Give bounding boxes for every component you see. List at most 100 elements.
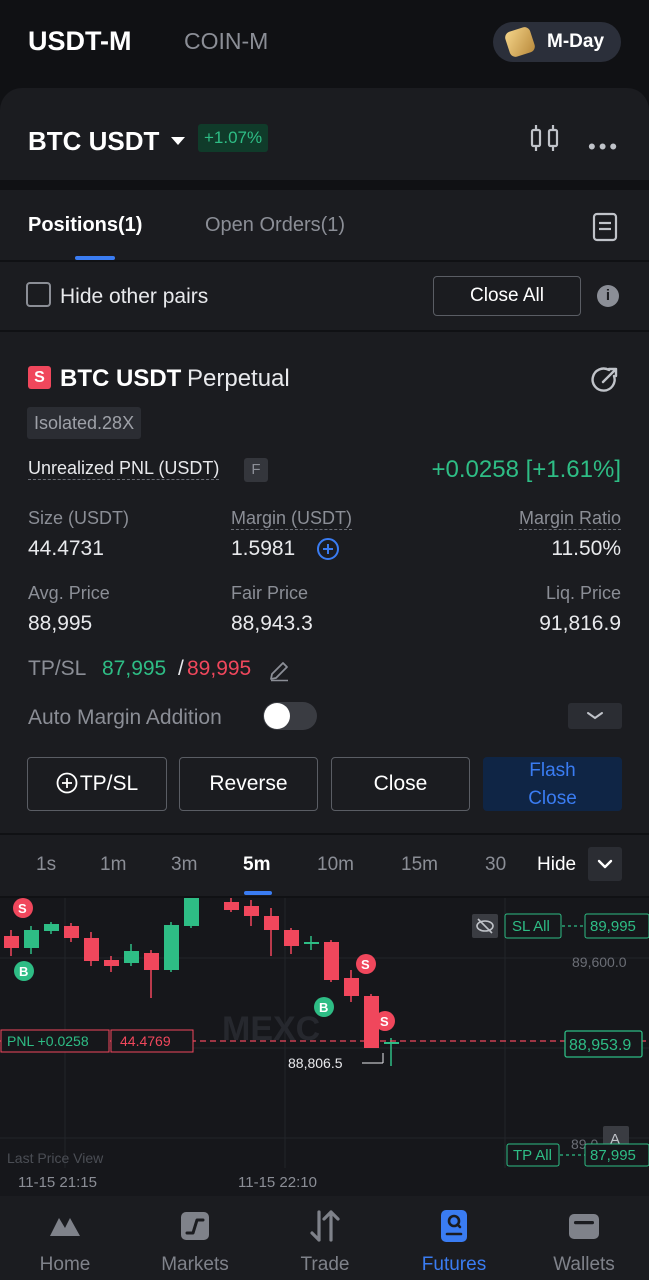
- nav-markets-label: Markets: [161, 1254, 229, 1275]
- tab-positions[interactable]: Positions(1): [28, 214, 142, 237]
- tpsl-button[interactable]: TP/SL: [27, 757, 167, 811]
- close-all-button[interactable]: Close All: [433, 276, 581, 316]
- more-icon[interactable]: •••: [588, 134, 620, 160]
- candle-body: [284, 930, 299, 946]
- wallet-icon: [569, 1214, 599, 1239]
- interval-5m[interactable]: 5m: [243, 854, 270, 876]
- interval-1s[interactable]: 1s: [36, 854, 56, 876]
- hide-chart-button[interactable]: [588, 847, 622, 881]
- add-margin-icon[interactable]: [316, 537, 340, 561]
- margin-ratio-label[interactable]: Margin Ratio: [518, 508, 621, 530]
- interval-indicator: [244, 891, 272, 895]
- liq-price-value: 91,816.9: [539, 612, 621, 635]
- flash-close-button[interactable]: Flash Close: [483, 757, 622, 811]
- svg-text:B: B: [19, 964, 28, 979]
- size-value: 44.4731: [28, 537, 104, 560]
- liq-price-label: Liq. Price: [545, 583, 621, 603]
- share-icon[interactable]: [590, 365, 620, 395]
- interval-15m[interactable]: 15m: [401, 854, 438, 876]
- sl-price-label: 89,995: [590, 918, 636, 935]
- chevron-down-icon: [597, 859, 613, 869]
- sl-all-label: SL All: [512, 918, 550, 935]
- time-label: 11-15 21:15: [18, 1174, 97, 1191]
- interval-3m[interactable]: 3m: [171, 854, 197, 876]
- svg-text:B: B: [319, 1000, 328, 1015]
- home-logo-icon: [50, 1218, 80, 1236]
- tp-value: 87,995: [102, 657, 167, 680]
- buy-marker: B: [14, 961, 34, 981]
- time-label: 11-15 22:10: [238, 1174, 317, 1191]
- change-badge: +1.07%: [198, 124, 269, 152]
- flash-close-line2: Close: [528, 788, 577, 809]
- info-icon[interactable]: i: [597, 285, 619, 307]
- candlestick-icon[interactable]: [529, 124, 561, 152]
- tab-open-orders[interactable]: Open Orders(1): [205, 214, 345, 237]
- flash-close-line1: Flash: [529, 760, 576, 781]
- hide-chart-label[interactable]: Hide: [537, 854, 576, 876]
- nav-home-label: Home: [39, 1254, 91, 1275]
- nav-wallets[interactable]: Wallets: [519, 1196, 649, 1280]
- close-position-button[interactable]: Close: [331, 757, 470, 811]
- position-type: Perpetual: [187, 365, 290, 392]
- m-day-button[interactable]: M-Day: [493, 22, 621, 62]
- unrealized-pnl-label[interactable]: Unrealized PNL (USDT): [28, 458, 220, 480]
- hide-other-pairs-label: Hide other pairs: [60, 285, 209, 308]
- symbol-header: BTC USDT +1.07% •••: [0, 88, 649, 180]
- avg-price-value: 88,995: [28, 612, 93, 635]
- expand-button[interactable]: [568, 703, 622, 729]
- tab-coin-m[interactable]: COIN-M: [184, 28, 268, 55]
- top-bar: USDT-M COIN-M M-Day: [0, 0, 649, 88]
- divider: [0, 330, 649, 332]
- markets-icon: [181, 1212, 209, 1240]
- symbol-selector[interactable]: BTC USDT: [28, 126, 159, 157]
- fair-price-label: Fair Price: [231, 583, 309, 603]
- candle-body: [64, 926, 79, 938]
- nav-futures[interactable]: Futures: [389, 1196, 519, 1280]
- chart-canvas[interactable]: MEXC PNL +0.0258 44.4769 SL All 89,995 8…: [0, 898, 649, 1196]
- bottom-nav: Home Markets Trade Futures Wallets: [0, 1196, 649, 1280]
- nav-trade[interactable]: Trade: [260, 1196, 390, 1280]
- tp-all-label: TP All: [513, 1147, 552, 1164]
- fair-price-value: 88,943.3: [231, 612, 313, 635]
- nav-home[interactable]: Home: [0, 1196, 130, 1280]
- sell-marker: S: [13, 898, 33, 918]
- candle-body: [324, 942, 339, 980]
- hide-other-pairs-checkbox[interactable]: [26, 282, 51, 307]
- sell-marker: S: [375, 1011, 395, 1031]
- candle-body: [164, 925, 179, 970]
- candle-body: [144, 953, 159, 970]
- tp-price-label: 87,995: [590, 1147, 636, 1164]
- trade-arrows-icon: [310, 1210, 340, 1242]
- position-symbol: BTC USDT: [60, 365, 182, 392]
- sl-value: 89,995: [187, 657, 252, 680]
- document-icon[interactable]: [592, 212, 618, 242]
- candle-body: [184, 898, 199, 926]
- auto-margin-label: Auto Margin Addition: [28, 706, 222, 729]
- interval-10m[interactable]: 10m: [317, 854, 354, 876]
- sell-marker: S: [356, 954, 376, 974]
- nav-markets[interactable]: Markets: [130, 1196, 260, 1280]
- margin-mode-badge[interactable]: Isolated.28X: [27, 407, 142, 439]
- buy-marker: B: [314, 997, 334, 1017]
- margin-label[interactable]: Margin (USDT): [231, 508, 353, 530]
- tab-usdt-m[interactable]: USDT-M: [28, 26, 132, 57]
- candle-body: [264, 916, 279, 930]
- candle-body: [104, 960, 119, 966]
- interval-1m[interactable]: 1m: [100, 854, 126, 876]
- divider: [0, 260, 649, 262]
- pnl-tag-text: PNL +0.0258: [7, 1033, 89, 1049]
- svg-text:S: S: [380, 1014, 389, 1029]
- caret-down-icon[interactable]: [171, 137, 185, 145]
- interval-30m[interactable]: 30: [485, 854, 511, 876]
- toggle-knob: [264, 703, 290, 729]
- reverse-button[interactable]: Reverse: [179, 757, 318, 811]
- low-price-label: 88,806.5: [288, 1055, 343, 1071]
- edit-icon[interactable]: [268, 660, 290, 682]
- add-circle-icon: [56, 772, 78, 794]
- candle-body: [84, 938, 99, 961]
- price-chart[interactable]: MEXC PNL +0.0258 44.4769 SL All 89,995 8…: [0, 898, 649, 1196]
- auto-margin-toggle[interactable]: [263, 702, 317, 730]
- candle-body: [44, 924, 59, 931]
- watermark-logo: MEXC: [222, 1010, 320, 1048]
- tpsl-button-label: TP/SL: [79, 772, 139, 795]
